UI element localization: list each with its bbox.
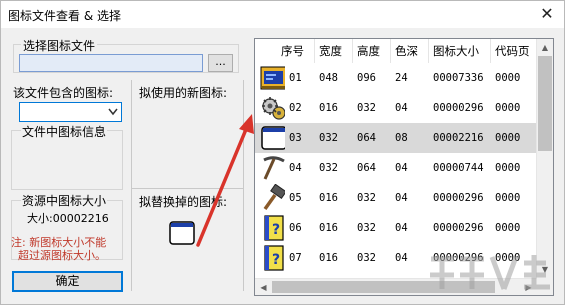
icon-size-value: 大小:00002216: [27, 212, 109, 225]
help-book-icon: ?: [264, 215, 284, 241]
cell-depth: 04: [395, 252, 408, 264]
cell-width: 032: [319, 162, 338, 174]
dialog-window: 图标文件查看 & 选择 ✕ 选择图标文件 ... 该文件包含的图标: 文件中图标…: [0, 0, 565, 305]
cell-size: 00002216: [433, 132, 484, 144]
table-body: 01 048 096 24 00007336 0000 02 016 032 04 00000296…: [255, 63, 537, 273]
cell-icon: [255, 123, 285, 153]
browse-button[interactable]: ...: [208, 54, 233, 72]
left-divider: [131, 80, 132, 291]
screen-icon: [260, 66, 285, 90]
chevron-down-icon[interactable]: [108, 108, 118, 116]
cell-depth: 04: [395, 222, 408, 234]
close-icon[interactable]: ✕: [534, 3, 560, 25]
cell-height: 032: [357, 192, 376, 204]
col-header-width[interactable]: 宽度: [315, 39, 353, 63]
icon-index-select[interactable]: [19, 102, 122, 122]
col-header-codepage[interactable]: 代码页: [491, 39, 537, 63]
ok-label: 确定: [55, 274, 80, 288]
cell-width: 016: [319, 102, 338, 114]
cell-depth: 04: [395, 192, 408, 204]
hammer-icon: [263, 184, 285, 211]
cell-no: 07: [289, 252, 302, 264]
cell-codepage: 0000: [495, 222, 521, 234]
icon-info-label: 文件中图标信息: [21, 123, 108, 140]
gears-icon: [262, 97, 285, 120]
cell-no: 02: [289, 102, 302, 114]
cell-width: 016: [319, 252, 338, 264]
vertical-scroll-thumb[interactable]: [538, 56, 552, 151]
table-row[interactable]: ? 06 016 032 04 00000296 0000: [255, 213, 537, 243]
cell-width: 032: [319, 132, 338, 144]
help-book-icon: ?: [264, 245, 284, 271]
browse-label: ...: [215, 55, 226, 68]
cell-icon: ?: [255, 243, 285, 273]
cell-codepage: 0000: [495, 162, 521, 174]
cell-no: 04: [289, 162, 302, 174]
cell-height: 064: [357, 162, 376, 174]
cell-size: 00000296: [433, 102, 484, 114]
table-header: 序号 宽度 高度 色深 图标大小 代码页: [255, 39, 537, 63]
cell-no: 03: [289, 132, 302, 144]
new-icon-label: 拟使用的新图标:: [139, 86, 228, 100]
cell-codepage: 0000: [495, 132, 521, 144]
cell-depth: 04: [395, 102, 408, 114]
cell-size: 00000296: [433, 222, 484, 234]
svg-text:?: ?: [272, 222, 280, 238]
scroll-up-icon[interactable]: ▲: [537, 39, 553, 56]
cell-depth: 08: [395, 132, 408, 144]
cell-depth: 24: [395, 72, 408, 84]
cell-height: 064: [357, 132, 376, 144]
col-header-size[interactable]: 图标大小: [429, 39, 491, 63]
right-divider: [243, 80, 244, 291]
cell-codepage: 0000: [495, 192, 521, 204]
window-title: 图标文件查看 & 选择: [8, 9, 121, 23]
cell-height: 032: [357, 102, 376, 114]
watermark-icon: [430, 255, 550, 290]
cell-codepage: 0000: [495, 72, 521, 84]
ok-button[interactable]: 确定: [12, 271, 123, 292]
select-file-label: 选择图标文件: [21, 37, 98, 54]
cell-size: 00000296: [433, 192, 484, 204]
cell-no: 05: [289, 192, 302, 204]
icons-in-file-label: 该文件包含的图标:: [13, 86, 114, 100]
cell-icon: [255, 63, 285, 93]
table-row[interactable]: 02 016 032 04 00000296 0000: [255, 93, 537, 123]
replaced-icon-label: 拟替换掉的图标:: [139, 195, 228, 209]
col-header-no[interactable]: 序号: [255, 39, 315, 63]
pickaxe-icon: [263, 156, 285, 180]
cell-no: 01: [289, 72, 302, 84]
table-row[interactable]: 04 032 064 04 00000744 0000: [255, 153, 537, 183]
cell-width: 016: [319, 222, 338, 234]
cell-codepage: 0000: [495, 102, 521, 114]
resource-size-label: 资源中图标大小: [21, 192, 108, 209]
table-row[interactable]: 03 032 064 08 00002216 0000: [255, 123, 537, 153]
cell-size: 00000744: [433, 162, 484, 174]
cell-size: 00007336: [433, 72, 484, 84]
title-bar[interactable]: 图标文件查看 & 选择 ✕: [1, 1, 564, 28]
scroll-left-icon[interactable]: ◀: [255, 279, 272, 295]
note-line-2: 超过源图标大小。: [18, 249, 106, 262]
file-path-field[interactable]: [19, 54, 203, 72]
cell-icon: [255, 93, 285, 123]
window-icon: [261, 126, 285, 150]
col-header-depth[interactable]: 色深: [391, 39, 429, 63]
svg-text:?: ?: [272, 252, 280, 268]
cell-depth: 04: [395, 162, 408, 174]
cell-width: 048: [319, 72, 338, 84]
table-row[interactable]: 05 016 032 04 00000296 0000: [255, 183, 537, 213]
middle-divider: [132, 188, 243, 189]
cell-height: 096: [357, 72, 376, 84]
cell-icon: [255, 153, 285, 183]
table-row[interactable]: 01 048 096 24 00007336 0000: [255, 63, 537, 93]
cell-icon: [255, 183, 285, 213]
watermark-logo: [426, 245, 564, 303]
cell-height: 032: [357, 222, 376, 234]
col-header-height[interactable]: 高度: [353, 39, 391, 63]
cell-width: 016: [319, 192, 338, 204]
cell-no: 06: [289, 222, 302, 234]
replaced-window-icon: [169, 221, 195, 245]
cell-height: 032: [357, 252, 376, 264]
cell-icon: ?: [255, 213, 285, 243]
